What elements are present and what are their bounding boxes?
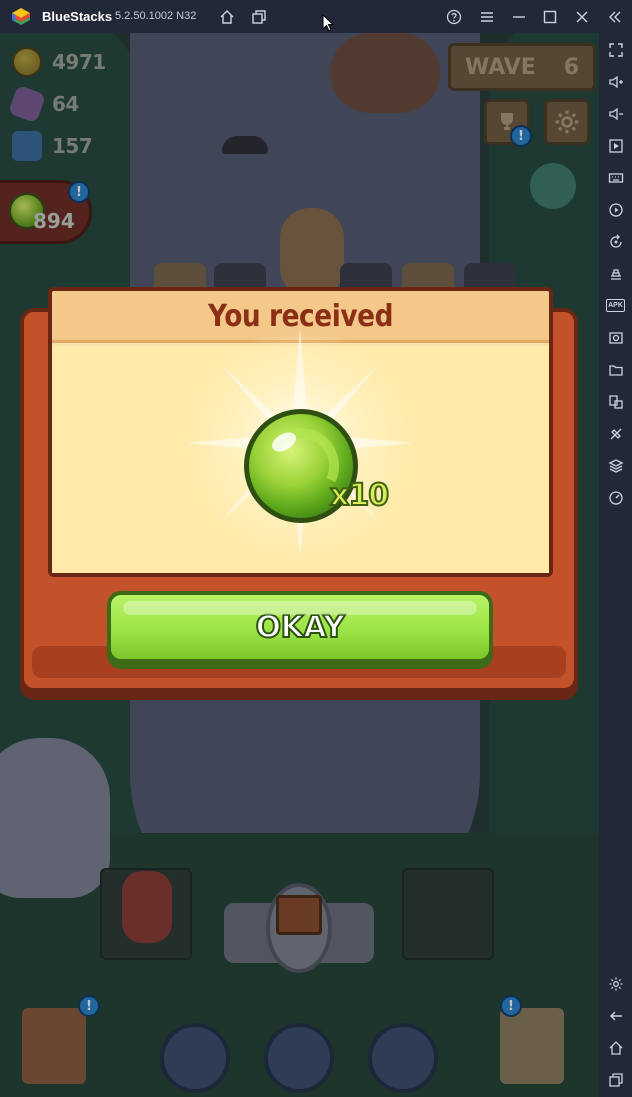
macro-record-icon[interactable] xyxy=(605,199,626,220)
bluestacks-logo-icon xyxy=(12,8,30,25)
close-icon[interactable] xyxy=(572,7,592,27)
apk-label: APK xyxy=(606,299,625,312)
fullscreen-icon[interactable] xyxy=(605,39,626,60)
back-icon[interactable] xyxy=(605,1005,626,1026)
reward-quantity: x10 xyxy=(329,477,390,514)
keyboard-icon[interactable] xyxy=(605,167,626,188)
home-icon[interactable] xyxy=(217,7,237,27)
layers-icon[interactable] xyxy=(605,455,626,476)
collapse-sidebar-icon[interactable] xyxy=(605,7,625,27)
folder-icon[interactable] xyxy=(605,359,626,380)
menu-icon[interactable] xyxy=(477,7,497,27)
android-home-icon[interactable] xyxy=(605,1037,626,1058)
emulator-sidebar: APK xyxy=(599,33,632,1097)
speed-icon[interactable] xyxy=(605,487,626,508)
screenshot-icon[interactable] xyxy=(605,327,626,348)
recent-apps-icon[interactable] xyxy=(605,1069,626,1090)
maximize-icon[interactable] xyxy=(540,7,560,27)
rotate-icon[interactable] xyxy=(605,231,626,252)
settings-icon[interactable] xyxy=(605,973,626,994)
app-name: BlueStacks xyxy=(42,9,113,24)
cast-icon[interactable] xyxy=(605,135,626,156)
app-version: 5.2.50.1002 N32 xyxy=(115,10,197,22)
window-titlebar: BlueStacks 5.2.50.1002 N32 xyxy=(0,0,632,33)
gamepad-icon[interactable] xyxy=(605,263,626,284)
multi-window-icon[interactable] xyxy=(605,391,626,412)
minimize-icon[interactable] xyxy=(509,7,529,27)
help-icon[interactable] xyxy=(444,7,464,27)
okay-button[interactable]: OKAY xyxy=(107,591,493,663)
mouse-cursor-icon xyxy=(322,14,334,32)
eco-mode-icon[interactable] xyxy=(605,423,626,444)
okay-button-label: OKAY xyxy=(255,609,346,646)
volume-up-icon[interactable] xyxy=(605,71,626,92)
multi-instance-icon[interactable] xyxy=(249,7,269,27)
volume-down-icon[interactable] xyxy=(605,103,626,124)
apk-install-icon[interactable]: APK xyxy=(605,295,626,316)
